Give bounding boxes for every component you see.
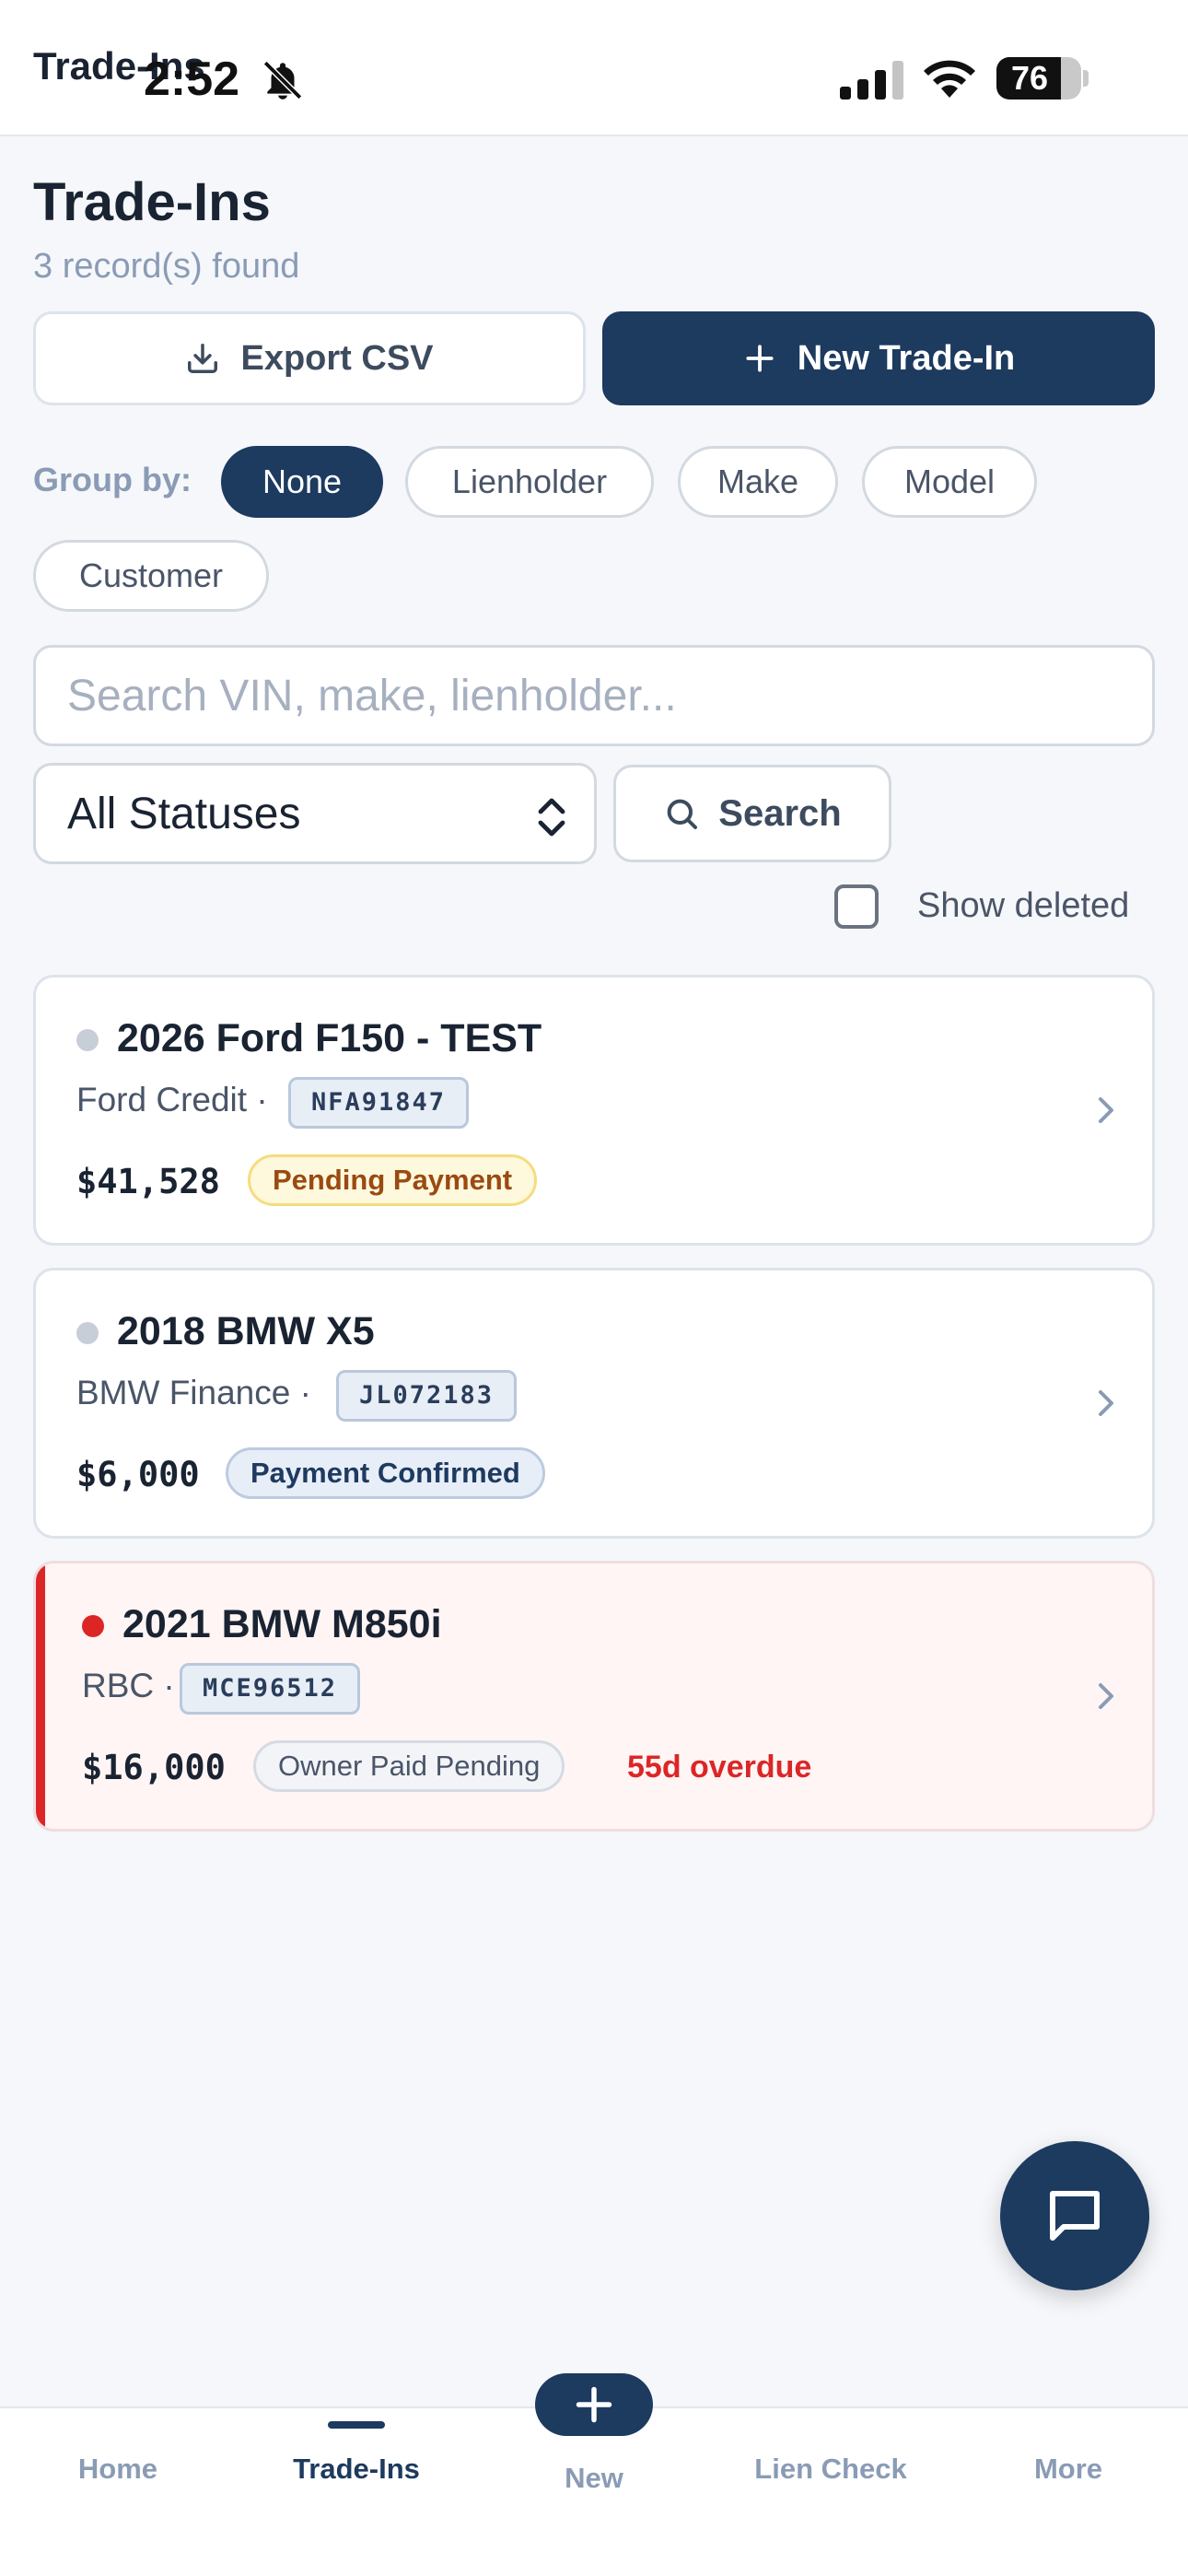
vin-badge: JL072183 (336, 1370, 518, 1422)
export-csv-button[interactable]: Export CSV (33, 311, 586, 405)
record-count: 3 record(s) found (33, 247, 300, 286)
cellular-signal-icon (840, 61, 903, 100)
tab-lien-check[interactable]: Lien Check (720, 2453, 941, 2486)
status-dot (82, 1615, 104, 1637)
lienholder-name: RBC · (82, 1667, 175, 1704)
tab-more[interactable]: More (958, 2453, 1179, 2486)
wifi-icon (924, 60, 975, 98)
trade-in-amount: $16,000 (82, 1748, 226, 1787)
show-deleted-label: Show deleted (917, 886, 1130, 925)
bottom-tab-bar: Home Trade-Ins New Lien Check More (0, 2373, 1188, 2576)
plus-icon (746, 345, 774, 372)
battery-cap (1083, 70, 1089, 87)
status-badge: Payment Confirmed (226, 1447, 545, 1499)
status-dot (76, 1029, 99, 1051)
trade-in-amount: $41,528 (76, 1162, 220, 1201)
overdue-label: 55d overdue (627, 1750, 812, 1785)
trade-in-title: 2021 BMW M850i (122, 1602, 442, 1646)
search-button-label: Search (718, 792, 842, 834)
download-icon (188, 344, 218, 373)
status-dot (76, 1322, 99, 1344)
chevron-up-down-icon (538, 798, 565, 837)
status-filter-select[interactable]: All Statuses (33, 763, 597, 864)
active-tab-indicator (328, 2421, 385, 2429)
search-input[interactable] (33, 645, 1155, 746)
status-time: 2:52 (144, 53, 240, 106)
lienholder-name: Ford Credit · (76, 1081, 268, 1118)
page-title: Trade-Ins (33, 172, 271, 232)
new-tab-button[interactable] (535, 2373, 653, 2436)
group-by-model-chip[interactable]: Model (862, 446, 1037, 518)
plus-icon (576, 2386, 612, 2423)
group-by-make-chip[interactable]: Make (678, 446, 838, 518)
status-badge: Owner Paid Pending (253, 1740, 565, 1792)
trade-in-title: 2026 Ford F150 - TEST (117, 1016, 542, 1060)
trade-in-card[interactable]: 2026 Ford F150 - TEST Ford Credit · NFA9… (33, 975, 1155, 1246)
export-csv-label: Export CSV (240, 338, 434, 378)
status-filter-value: All Statuses (67, 789, 301, 838)
tab-new[interactable]: New (483, 2462, 705, 2495)
chevron-right-icon (1099, 1097, 1113, 1123)
tab-trade-ins[interactable]: Trade-Ins (246, 2453, 467, 2486)
battery-icon: 76 (996, 57, 1081, 100)
bell-slash-icon (262, 60, 303, 100)
group-by-lienholder-chip[interactable]: Lienholder (405, 446, 654, 518)
search-button[interactable]: Search (613, 765, 891, 862)
trade-in-card[interactable]: 2018 BMW X5 BMW Finance · JL072183 $6,00… (33, 1268, 1155, 1539)
group-by-customer-chip[interactable]: Customer (33, 540, 269, 612)
trade-in-title: 2018 BMW X5 (117, 1309, 375, 1353)
trade-in-amount: $6,000 (76, 1455, 200, 1494)
lienholder-name: BMW Finance · (76, 1374, 311, 1411)
status-bar: Trade-Ins 2:52 76 (0, 0, 1188, 136)
new-trade-in-label: New Trade-In (797, 338, 1016, 378)
chat-button[interactable] (1000, 2141, 1149, 2290)
chat-bubble-icon (1050, 2191, 1100, 2241)
group-by-label: Group by: (33, 461, 192, 498)
trade-in-card[interactable]: 2021 BMW M850i RBC · MCE96512 $16,000 Ow… (33, 1561, 1155, 1832)
vin-badge: MCE96512 (180, 1663, 361, 1715)
tab-home[interactable]: Home (7, 2453, 228, 2486)
overdue-accent-bar (36, 1563, 45, 1829)
status-badge: Pending Payment (248, 1154, 538, 1206)
vin-badge: NFA91847 (288, 1077, 470, 1129)
new-trade-in-button[interactable]: New Trade-In (602, 311, 1155, 405)
battery-level: 76 (1010, 59, 1049, 97)
chevron-right-icon (1099, 1683, 1113, 1709)
search-icon (667, 799, 698, 829)
group-by-none-chip[interactable]: None (221, 446, 383, 518)
show-deleted-checkbox[interactable] (834, 884, 879, 929)
chevron-right-icon (1099, 1390, 1113, 1416)
